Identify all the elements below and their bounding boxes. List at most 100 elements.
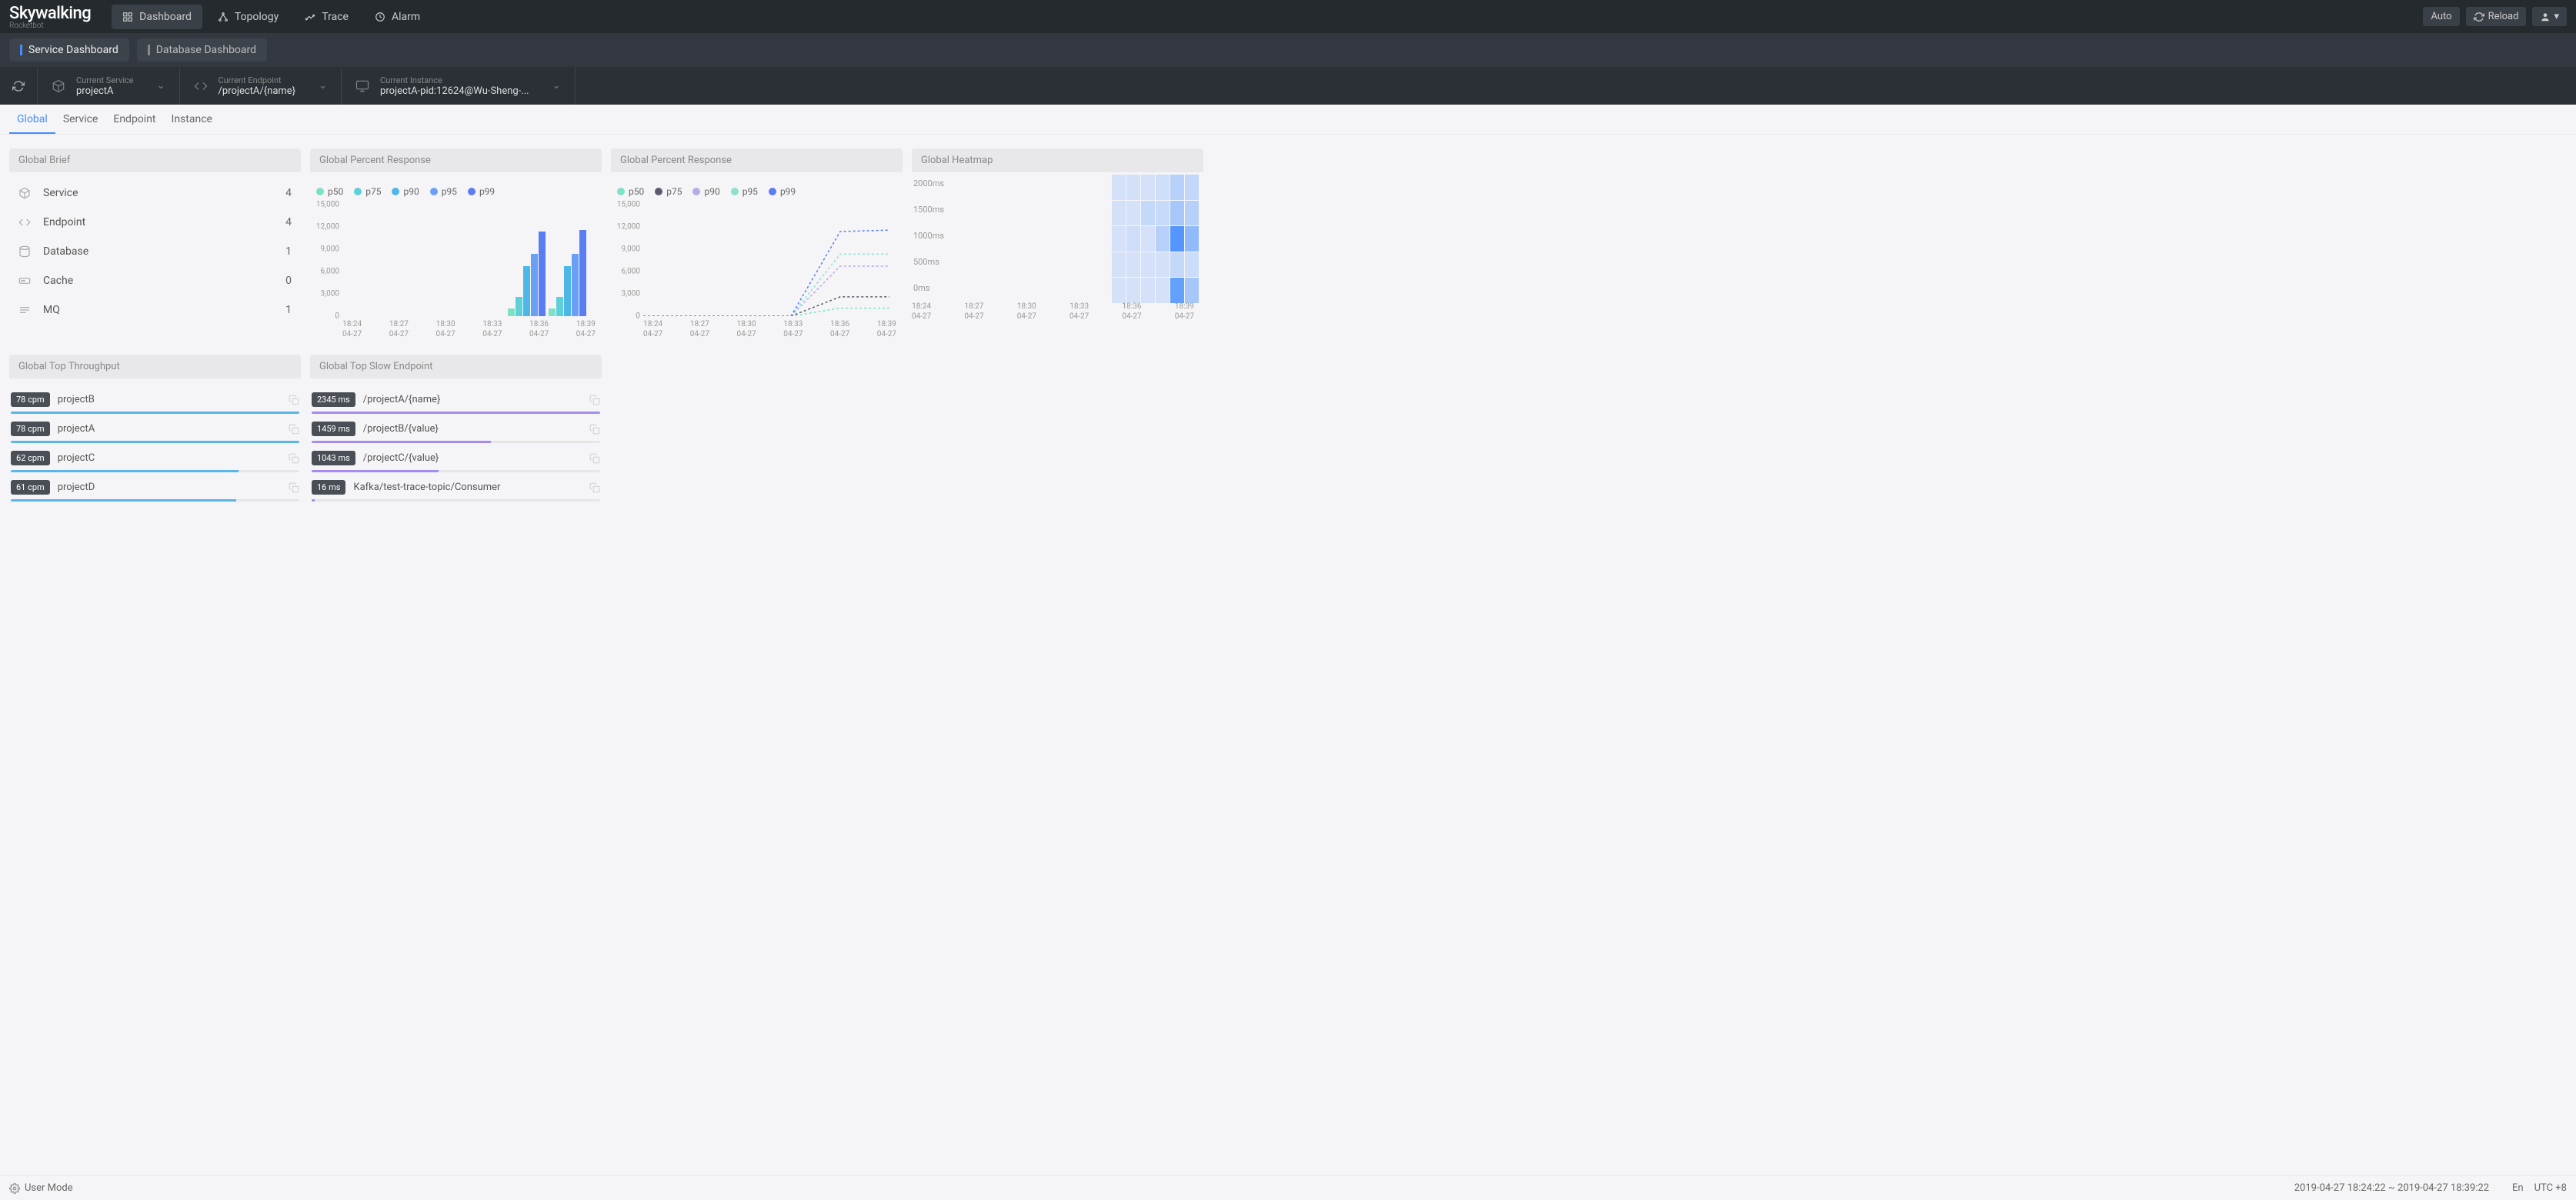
selector-value: /projectA/{name} bbox=[219, 85, 296, 97]
heat-cell bbox=[1141, 201, 1155, 226]
user-icon bbox=[2540, 12, 2551, 22]
brief-row-database: Database1 bbox=[11, 237, 299, 266]
heat-ytick: 1500ms bbox=[913, 205, 944, 215]
list-item: 78 cpmprojectB bbox=[11, 392, 299, 414]
user-menu[interactable]: ▾ bbox=[2532, 7, 2567, 26]
copy-icon[interactable] bbox=[289, 482, 299, 493]
copy-icon[interactable] bbox=[289, 453, 299, 464]
xtick: 18:2704-27 bbox=[690, 319, 709, 339]
bar bbox=[523, 266, 530, 316]
metric-badge: 16 ms bbox=[312, 480, 345, 495]
reload-button[interactable]: Reload bbox=[2466, 7, 2527, 26]
heat-cell bbox=[1156, 252, 1170, 278]
timezone-label: UTC +8 bbox=[2534, 1182, 2567, 1194]
bar bbox=[531, 254, 538, 316]
item-name: /projectC/{value} bbox=[363, 452, 439, 464]
card-title: Global Heatmap bbox=[912, 148, 1203, 172]
card-percent-response-line: Global Percent Response p50p75p90p95p99 … bbox=[611, 148, 903, 345]
metric-badge: 78 cpm bbox=[11, 392, 50, 407]
line-p95 bbox=[643, 254, 889, 316]
refresh-button[interactable] bbox=[0, 67, 38, 105]
ytick: 0 bbox=[612, 312, 640, 321]
metric-badge: 1043 ms bbox=[312, 451, 355, 465]
legend-p75[interactable]: p75 bbox=[354, 186, 381, 197]
time-range[interactable]: 2019-04-27 18:24:22 ~ 2019-04-27 18:39:2… bbox=[2294, 1182, 2489, 1194]
nav-topology[interactable]: Topology bbox=[207, 5, 289, 29]
monitor-icon bbox=[355, 79, 369, 93]
copy-icon[interactable] bbox=[289, 424, 299, 435]
current-instance-selector[interactable]: Current InstanceprojectA-pid:12624@Wu-Sh… bbox=[342, 67, 575, 105]
trace-icon bbox=[305, 12, 315, 22]
list-item: 61 cpmprojectD bbox=[11, 480, 299, 502]
heat-cell bbox=[1126, 278, 1140, 303]
heat-ytick: 1000ms bbox=[913, 231, 944, 241]
copy-icon[interactable] bbox=[289, 395, 299, 405]
dashboard-type-bar: Service Dashboard Database Dashboard bbox=[0, 33, 2576, 67]
bar bbox=[564, 266, 571, 316]
card-top-throughput: Global Top Throughput 78 cpmprojectB78 c… bbox=[9, 355, 301, 515]
heat-cell bbox=[1156, 226, 1170, 252]
legend-p75[interactable]: p75 bbox=[655, 186, 682, 197]
heat-cell bbox=[1170, 252, 1184, 278]
bar bbox=[539, 232, 546, 316]
ytick: 9,000 bbox=[612, 245, 640, 254]
list-item: 1043 ms/projectC/{value} bbox=[312, 451, 600, 472]
legend-p99[interactable]: p99 bbox=[468, 186, 495, 197]
legend-p50[interactable]: p50 bbox=[617, 186, 644, 197]
tab-service[interactable]: Service bbox=[55, 105, 106, 134]
tab-global[interactable]: Global bbox=[9, 105, 55, 134]
current-service-selector[interactable]: Current ServiceprojectA ⌄ bbox=[38, 67, 180, 105]
copy-icon[interactable] bbox=[589, 482, 600, 493]
xtick: 18:3304-27 bbox=[783, 319, 802, 339]
legend-p95[interactable]: p95 bbox=[731, 186, 758, 197]
legend-p99[interactable]: p99 bbox=[769, 186, 796, 197]
selector-value: projectA bbox=[76, 85, 134, 97]
xtick: 18:3304-27 bbox=[1069, 302, 1089, 322]
item-name: projectC bbox=[58, 452, 95, 464]
tab-database-dashboard[interactable]: Database Dashboard bbox=[137, 38, 267, 62]
language-toggle[interactable]: En bbox=[2512, 1182, 2524, 1194]
user-mode-label[interactable]: User Mode bbox=[25, 1182, 73, 1194]
ytick: 9,000 bbox=[312, 245, 339, 254]
ytick: 12,000 bbox=[312, 223, 339, 232]
tab-instance[interactable]: Instance bbox=[164, 105, 220, 134]
copy-icon[interactable] bbox=[589, 395, 600, 405]
db-icon bbox=[18, 245, 32, 258]
ytick: 15,000 bbox=[612, 201, 640, 209]
nav-trace[interactable]: Trace bbox=[294, 5, 359, 29]
legend-p95[interactable]: p95 bbox=[430, 186, 457, 197]
tab-service-dashboard[interactable]: Service Dashboard bbox=[9, 38, 129, 62]
heat-cell bbox=[1112, 252, 1126, 278]
tab-endpoint[interactable]: Endpoint bbox=[105, 105, 163, 134]
bar bbox=[516, 297, 522, 316]
xtick: 18:3604-27 bbox=[1122, 302, 1141, 322]
nav-alarm[interactable]: Alarm bbox=[364, 5, 431, 29]
legend-p90[interactable]: p90 bbox=[692, 186, 719, 197]
heat-cell bbox=[1185, 201, 1199, 226]
topology-icon bbox=[218, 12, 229, 22]
nav-dashboard[interactable]: Dashboard bbox=[112, 5, 202, 29]
xtick: 18:2404-27 bbox=[342, 319, 362, 339]
ytick: 6,000 bbox=[612, 268, 640, 276]
alarm-icon bbox=[375, 12, 385, 22]
current-endpoint-selector[interactable]: Current Endpoint/projectA/{name} ⌄ bbox=[180, 67, 342, 105]
heat-cell bbox=[1112, 175, 1126, 200]
card-title: Global Percent Response bbox=[611, 148, 903, 172]
heat-ytick: 2000ms bbox=[913, 178, 944, 188]
bar bbox=[508, 308, 515, 316]
xtick: 18:3004-27 bbox=[737, 319, 756, 339]
legend-p90[interactable]: p90 bbox=[392, 186, 419, 197]
line-p99 bbox=[643, 230, 889, 316]
copy-icon[interactable] bbox=[589, 453, 600, 464]
auto-button[interactable]: Auto bbox=[2423, 7, 2459, 26]
bar bbox=[579, 230, 586, 316]
cube-icon bbox=[52, 79, 65, 93]
ytick: 3,000 bbox=[312, 290, 339, 298]
legend-p50[interactable]: p50 bbox=[316, 186, 343, 197]
ytick: 12,000 bbox=[612, 223, 640, 232]
refresh-icon bbox=[12, 80, 25, 92]
copy-icon[interactable] bbox=[589, 424, 600, 435]
xtick: 18:3004-27 bbox=[436, 319, 455, 339]
item-name: projectD bbox=[58, 482, 95, 493]
item-name: Kafka/test-trace-topic/Consumer bbox=[353, 482, 500, 493]
